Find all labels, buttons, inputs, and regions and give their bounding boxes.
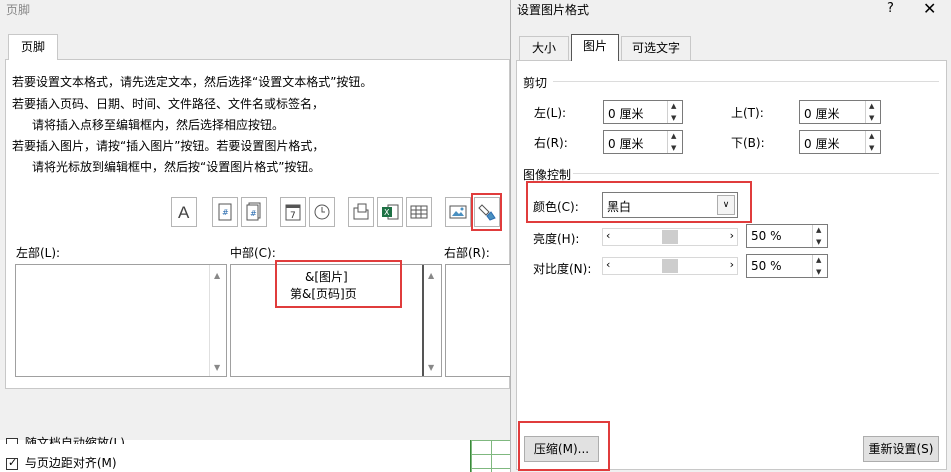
crop-right-value: 0 厘米: [608, 137, 644, 151]
svg-text:A: A: [178, 203, 190, 222]
crop-top-value: 0 厘米: [804, 107, 840, 121]
insert-date-button[interactable]: 7: [280, 197, 306, 227]
crop-left-value: 0 厘米: [608, 107, 644, 121]
contrast-value: 50 %: [751, 259, 782, 273]
tab-picture[interactable]: 图片: [571, 34, 619, 61]
crop-bottom-value: 0 厘米: [804, 137, 840, 151]
format-picture-title: 设置图片格式: [517, 3, 590, 17]
insert-page-count-button[interactable]: #: [241, 197, 267, 227]
svg-text:#: #: [222, 208, 229, 217]
tab-alt-text[interactable]: 可选文字: [621, 36, 691, 60]
spinner-arrows-icon[interactable]: ▲ ▼: [667, 131, 682, 153]
crop-right-label: 右(R):: [534, 136, 568, 150]
svg-text:X: X: [384, 208, 390, 217]
align-with-margins-checkbox[interactable]: ✓ 与页边距对齐(M): [6, 454, 117, 471]
footer-dialog-title: 页脚: [6, 3, 31, 17]
crop-group-divider: [553, 81, 939, 82]
contrast-slider[interactable]: ‹ ›: [602, 257, 738, 275]
checkbox-checked-icon: ✓: [6, 455, 18, 470]
insert-page-number-button[interactable]: #: [212, 197, 238, 227]
scale-with-document-checkbox[interactable]: 随文档自动缩放(L): [6, 434, 126, 444]
left-section-label: 左部(L):: [16, 246, 61, 260]
crop-group-label: 剪切: [523, 76, 548, 90]
left-editbox-scrollbar[interactable]: ▲ ▼: [209, 265, 226, 376]
insert-page-number-icon: #: [218, 203, 232, 221]
insert-time-button[interactable]: [309, 197, 335, 227]
right-section-label: 右部(R):: [444, 246, 490, 260]
tab-footer[interactable]: 页脚: [8, 34, 58, 60]
brightness-value: 50 %: [751, 229, 782, 243]
right-section-editbox[interactable]: [445, 264, 510, 377]
slider-right-icon[interactable]: ›: [730, 229, 734, 242]
contrast-label: 对比度(N):: [533, 262, 592, 276]
image-control-divider: [573, 173, 939, 174]
align-with-margins-label: 与页边距对齐(M): [24, 456, 117, 470]
page-setup-bottom: 随文档自动缩放(L) ✓ 与页边距对齐(M): [0, 436, 510, 472]
svg-text:#: #: [250, 209, 257, 218]
checkbox-icon: [6, 437, 18, 444]
brightness-label: 亮度(H):: [533, 232, 580, 246]
insert-sheet-name-icon: [410, 205, 428, 219]
crop-left-spinner[interactable]: 0 厘米 ▲ ▼: [603, 100, 683, 124]
reset-button[interactable]: 重新设置(S): [863, 436, 939, 462]
center-editbox-scrollbar[interactable]: ▲ ▼: [422, 265, 441, 376]
insert-sheet-name-button[interactable]: [406, 197, 432, 227]
slider-left-icon[interactable]: ‹: [606, 258, 610, 271]
spinner-arrows-icon[interactable]: ▲ ▼: [812, 255, 827, 277]
slider-left-icon[interactable]: ‹: [606, 229, 610, 242]
format-picture-dialog: 设置图片格式 ? ✕ 大小 图片 可选文字 剪切 左(L): 0 厘米 ▲ ▼ 上…: [510, 0, 951, 472]
footer-dialog: 页脚 页脚 若要设置文本格式，请先选定文本，然后选择“设置文本格式”按钮。 若要…: [0, 0, 510, 440]
help-button[interactable]: ?: [887, 1, 894, 16]
insert-picture-icon: [449, 205, 467, 219]
insert-date-icon: 7: [285, 204, 301, 221]
spinner-arrows-icon[interactable]: ▲ ▼: [865, 131, 880, 153]
color-select-highlight: [526, 181, 752, 223]
instruction-line-1: 若要设置文本格式，请先选定文本，然后选择“设置文本格式”按钮。: [12, 75, 373, 89]
spinner-arrows-icon[interactable]: ▲ ▼: [865, 101, 880, 123]
compress-highlight: [518, 421, 610, 471]
insert-page-count-icon: #: [246, 202, 261, 221]
scale-with-document-label: 随文档自动缩放(L): [24, 436, 125, 444]
svg-text:7: 7: [290, 211, 296, 221]
spinner-arrows-icon[interactable]: ▲ ▼: [667, 101, 682, 123]
instruction-line-4: 若要插入图片，请按“插入图片”按钮。若要设置图片格式，: [12, 139, 325, 153]
insert-file-path-icon: [353, 203, 369, 220]
center-section-label: 中部(C):: [230, 246, 276, 260]
crop-left-label: 左(L):: [534, 106, 567, 120]
tab-size[interactable]: 大小: [519, 36, 569, 60]
crop-top-label: 上(T):: [731, 106, 764, 120]
worksheet-grid: [470, 440, 510, 472]
contrast-spinner[interactable]: 50 % ▲ ▼: [746, 254, 828, 278]
brightness-slider[interactable]: ‹ ›: [602, 228, 738, 246]
brightness-spinner[interactable]: 50 % ▲ ▼: [746, 224, 828, 248]
center-content-highlight: [275, 260, 402, 308]
close-icon[interactable]: ✕: [923, 0, 936, 18]
instruction-line-5: 请将光标放到编辑框中，然后按“设置图片格式”按钮。: [32, 160, 321, 174]
format-text-icon: A: [178, 203, 190, 222]
brightness-thumb[interactable]: [662, 230, 678, 244]
insert-time-icon: [314, 204, 330, 220]
left-section-editbox[interactable]: ▲ ▼: [15, 264, 227, 377]
instruction-line-3: 请将插入点移至编辑框内，然后选择相应按钮。: [32, 118, 285, 132]
insert-file-path-button[interactable]: [348, 197, 374, 227]
slider-right-icon[interactable]: ›: [730, 258, 734, 271]
crop-bottom-label: 下(B):: [731, 136, 765, 150]
contrast-thumb[interactable]: [662, 259, 678, 273]
insert-file-name-icon: X: [382, 204, 399, 220]
instruction-line-2: 若要插入页码、日期、时间、文件路径、文件名或标签名，: [12, 97, 325, 111]
insert-file-name-button[interactable]: X: [377, 197, 403, 227]
insert-picture-button[interactable]: [445, 197, 471, 227]
crop-bottom-spinner[interactable]: 0 厘米 ▲ ▼: [799, 130, 881, 154]
crop-right-spinner[interactable]: 0 厘米 ▲ ▼: [603, 130, 683, 154]
format-picture-highlight: [471, 193, 502, 231]
crop-top-spinner[interactable]: 0 厘米 ▲ ▼: [799, 100, 881, 124]
spinner-arrows-icon[interactable]: ▲ ▼: [812, 225, 827, 247]
format-text-button[interactable]: A: [171, 197, 197, 227]
